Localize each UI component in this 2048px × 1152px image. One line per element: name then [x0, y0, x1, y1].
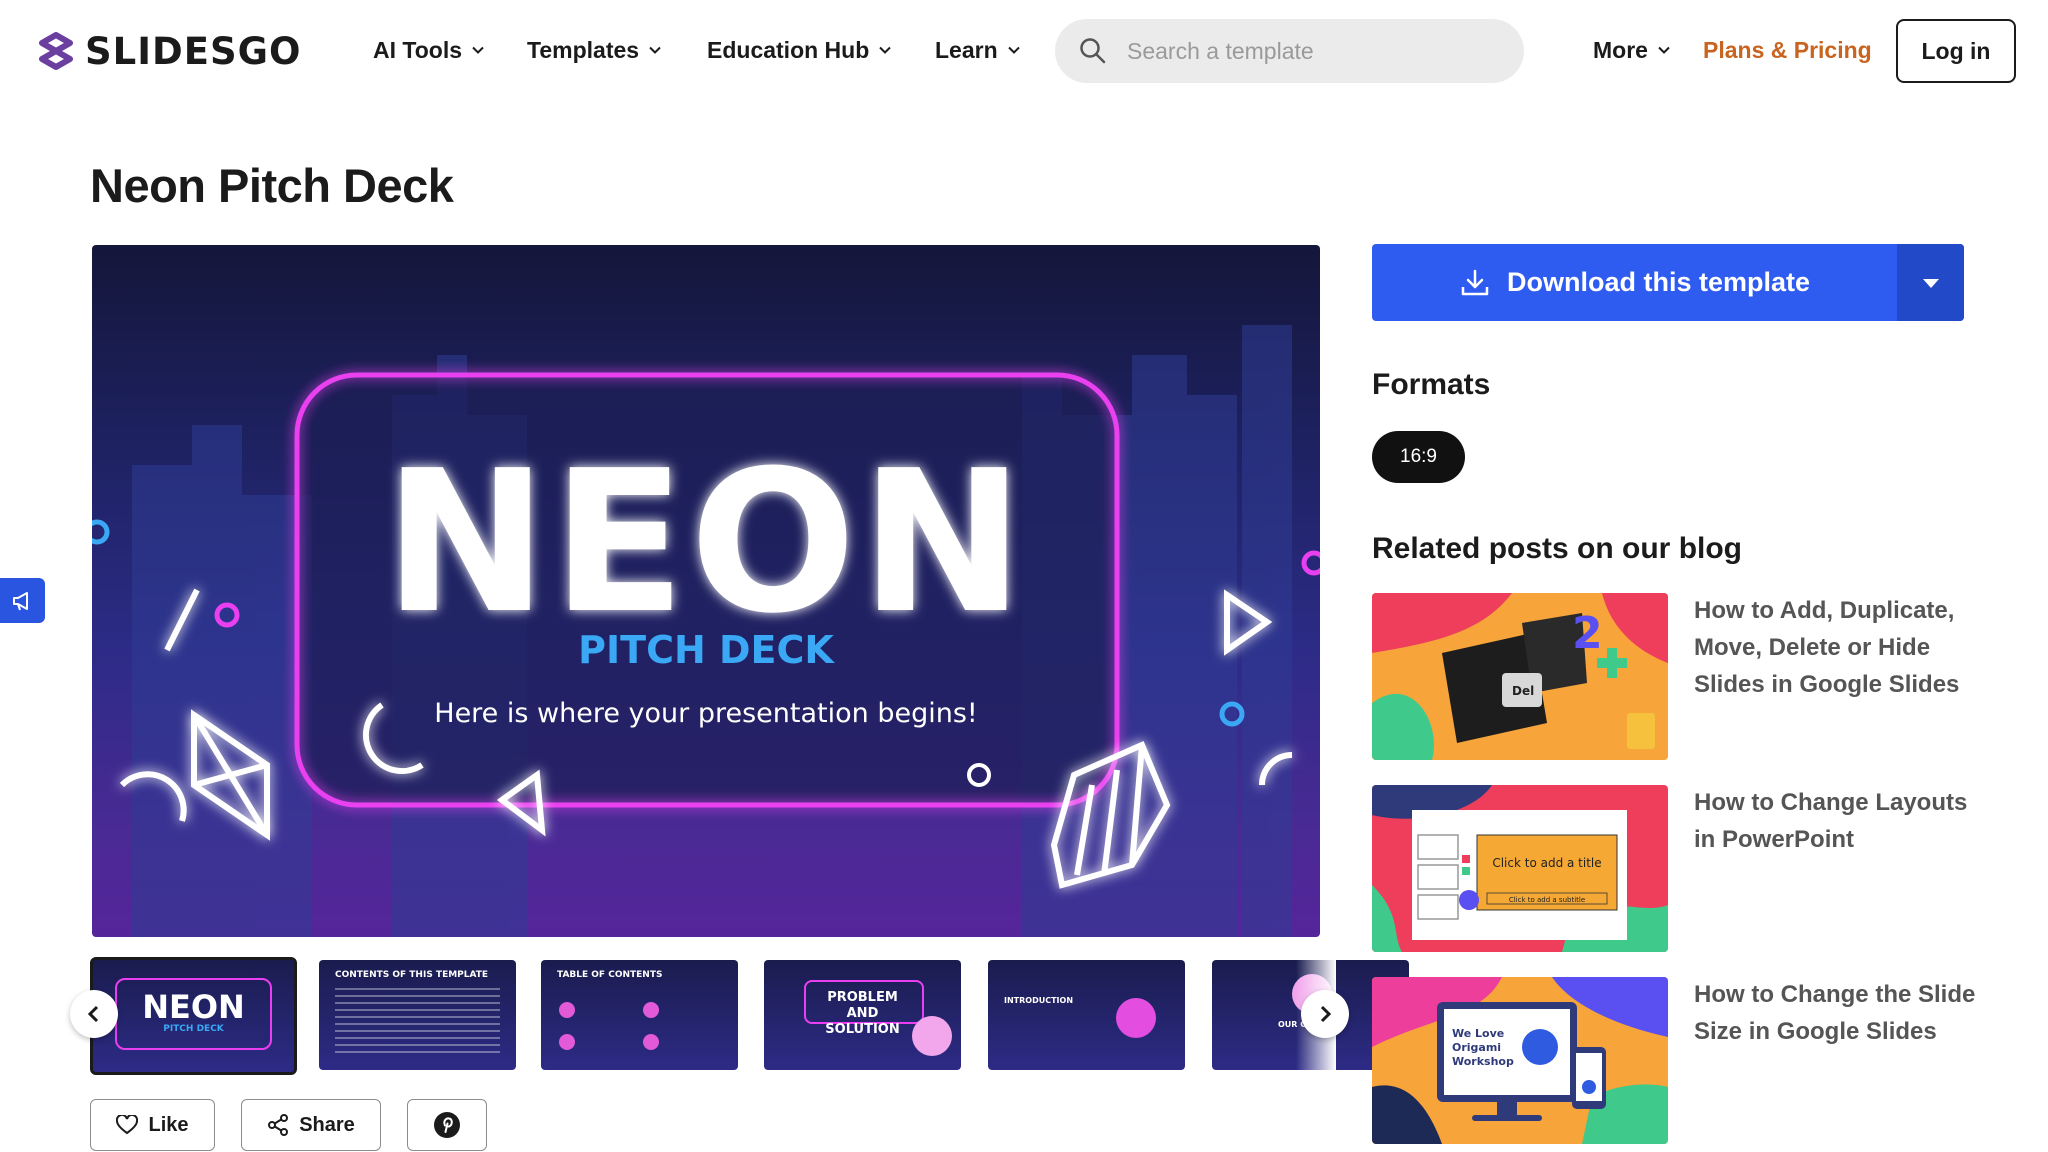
thumbnail-next-button[interactable] — [1301, 990, 1349, 1038]
chevron-down-icon — [649, 46, 661, 54]
thumbnail-3[interactable]: TABLE OF CONTENTS — [541, 960, 738, 1070]
post-1-artwork: Del 2 — [1372, 593, 1668, 760]
download-options-toggle[interactable] — [1897, 244, 1964, 321]
login-button[interactable]: Log in — [1896, 19, 2016, 83]
site-header: SLIDESGO AI Tools Templates Education Hu… — [0, 0, 2048, 100]
megaphone-icon — [12, 591, 28, 610]
post-2-artwork: Click to add a title Click to add a subt… — [1372, 785, 1668, 952]
plans-pricing-link[interactable]: Plans & Pricing — [1703, 33, 1872, 67]
download-label: Download this template — [1506, 267, 1811, 297]
post-thumbnail-2[interactable]: Click to add a title Click to add a subt… — [1372, 785, 1668, 952]
nav-education-hub[interactable]: Education Hub — [707, 33, 891, 67]
feedback-tab[interactable] — [0, 578, 45, 623]
chevron-down-icon — [1658, 46, 1670, 54]
share-button[interactable]: Share — [241, 1099, 381, 1151]
like-label: Like — [148, 1113, 189, 1136]
thumbnail-prev-button[interactable] — [70, 990, 118, 1038]
thumbnail-title: CONTENTS OF THIS TEMPLATE — [335, 970, 489, 980]
post-title-3[interactable]: How to Change the Slide Size in Google S… — [1694, 976, 1984, 1050]
post-3-artwork: We Love Origami Workshop — [1372, 977, 1668, 1144]
preview-subtitle: PITCH DECK — [578, 628, 835, 672]
post-thumbnail-3[interactable]: We Love Origami Workshop — [1372, 977, 1668, 1144]
share-icon — [268, 1114, 289, 1136]
preview-big-word: NEON — [384, 429, 1029, 657]
related-posts-heading: Related posts on our blog — [1372, 532, 1743, 565]
page-title: Neon Pitch Deck — [90, 159, 454, 212]
svg-text:We Love: We Love — [1452, 1027, 1504, 1040]
nav-label: Learn — [935, 36, 998, 63]
nav-label: AI Tools — [373, 36, 463, 63]
slidesgo-logo[interactable]: SLIDESGO — [37, 29, 302, 73]
chevron-down-icon — [472, 46, 484, 54]
post-title-2[interactable]: How to Change Layouts in PowerPoint — [1694, 784, 1984, 858]
thumbnail-title: INTRODUCTION — [1004, 996, 1074, 1005]
thumbnail-strip: NEON PITCH DECK CONTENTS OF THIS TEMPLAT… — [90, 957, 1409, 1075]
caret-down-icon — [1922, 278, 1939, 288]
search-input[interactable] — [1127, 37, 1487, 65]
download-button-group: Download this template — [1372, 244, 1964, 321]
search-bar[interactable] — [1055, 19, 1524, 83]
thumbnail-1[interactable]: NEON PITCH DECK — [90, 957, 297, 1075]
thumbnail-title: NEON — [142, 988, 245, 1026]
pinterest-button[interactable] — [407, 1099, 487, 1151]
nav-label: More — [1593, 36, 1648, 63]
post-title-1[interactable]: How to Add, Duplicate, Move, Delete or H… — [1694, 592, 1984, 703]
post-1-image-text: Del — [1512, 684, 1534, 698]
format-option-16-9[interactable]: 16:9 — [1372, 431, 1465, 483]
post-thumbnail-1[interactable]: Del 2 — [1372, 593, 1668, 760]
pinterest-icon — [434, 1112, 460, 1138]
post-2-image-text: Click to add a title — [1492, 856, 1601, 870]
nav-learn[interactable]: Learn — [935, 33, 1020, 67]
preview-tagline: Here is where your presentation begins! — [434, 698, 977, 729]
download-icon — [1461, 269, 1489, 295]
nav-more[interactable]: More — [1593, 33, 1670, 67]
chevron-down-icon — [879, 46, 891, 54]
svg-text:2: 2 — [1572, 608, 1603, 659]
thumbnail-title: TABLE OF CONTENTS — [557, 970, 663, 980]
preview-artwork: NEON PITCH DECK Here is where your prese… — [92, 325, 1320, 937]
nav-label: Templates — [527, 36, 640, 63]
thumbnail-4[interactable]: PROBLEM AND SOLUTION — [764, 960, 961, 1070]
search-icon — [1080, 38, 1106, 64]
chevron-right-icon — [1320, 1005, 1332, 1023]
share-label: Share — [299, 1113, 355, 1136]
logo-mark-icon — [39, 32, 73, 70]
like-button[interactable]: Like — [90, 1099, 215, 1151]
thumbnail-subtitle: PITCH DECK — [163, 1024, 224, 1034]
post-2-image-subtext: Click to add a subtitle — [1509, 896, 1585, 904]
formats-heading: Formats — [1372, 368, 1491, 401]
svg-text:Origami: Origami — [1452, 1041, 1501, 1054]
thumbnail-5[interactable]: INTRODUCTION — [988, 960, 1185, 1070]
svg-text:Workshop: Workshop — [1452, 1055, 1514, 1068]
thumbnail-2[interactable]: CONTENTS OF THIS TEMPLATE — [319, 960, 516, 1070]
heart-icon — [116, 1115, 139, 1135]
template-preview[interactable]: NEON PITCH DECK Here is where your prese… — [92, 245, 1320, 937]
chevron-down-icon — [1007, 46, 1020, 54]
nav-label: Education Hub — [707, 36, 870, 63]
chevron-left-icon — [87, 1005, 99, 1023]
download-button[interactable]: Download this template — [1372, 244, 1897, 321]
logo-text: SLIDESGO — [85, 29, 302, 73]
nav-templates[interactable]: Templates — [527, 33, 661, 67]
nav-ai-tools[interactable]: AI Tools — [373, 33, 484, 67]
